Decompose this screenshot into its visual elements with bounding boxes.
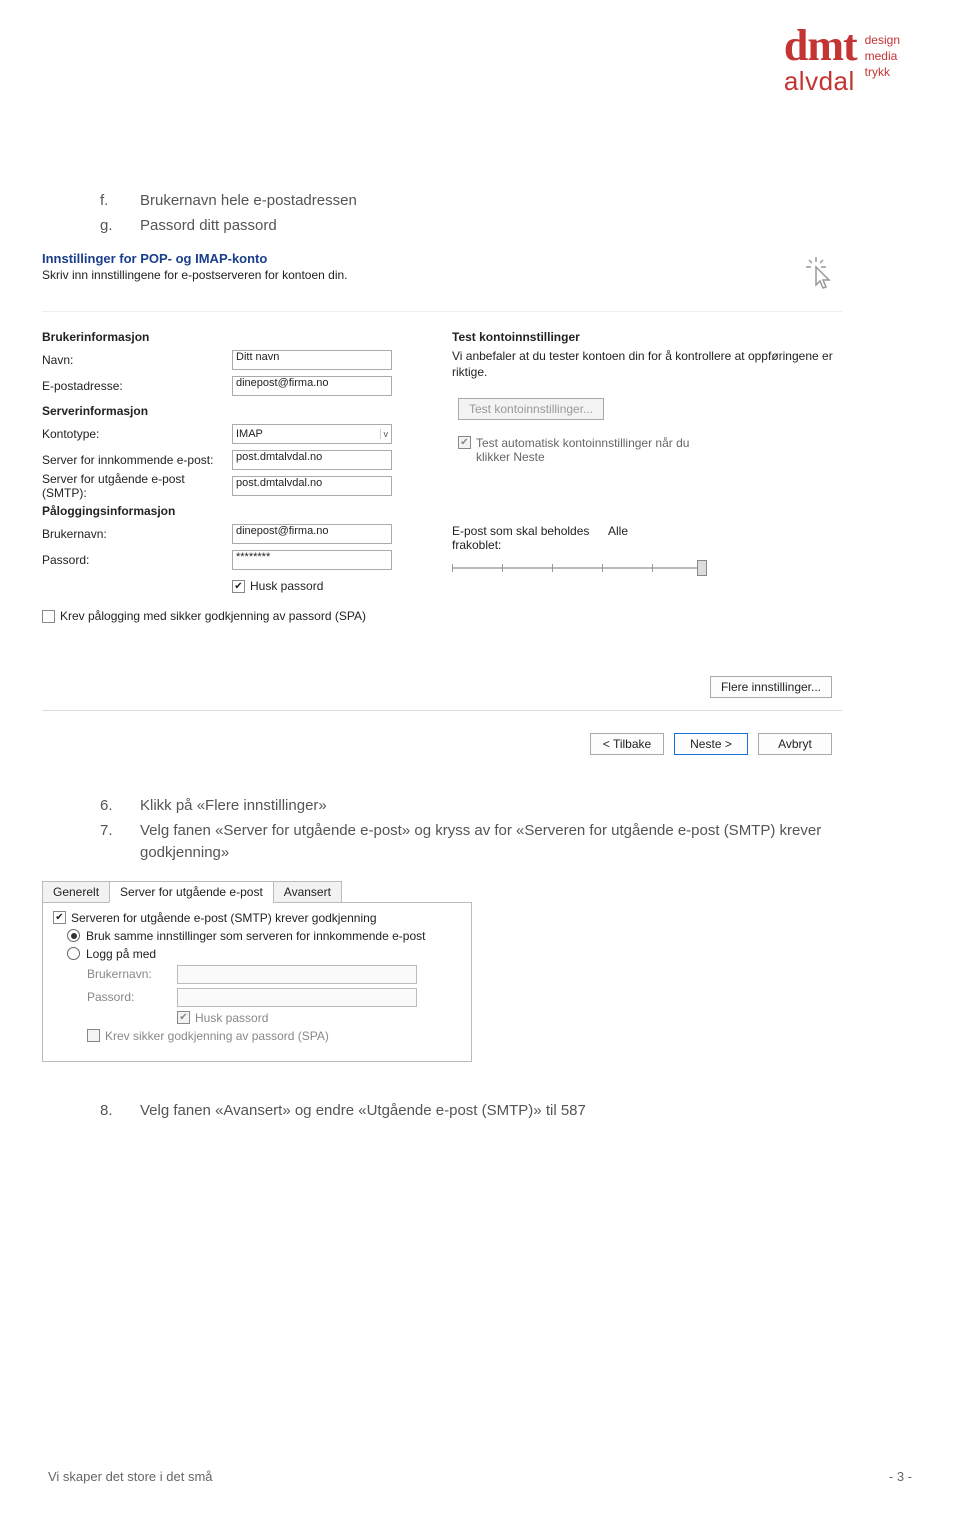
name-label: Navn:: [42, 353, 232, 367]
logo-sub-text: alvdal: [784, 68, 855, 94]
cursor-click-icon: [802, 255, 836, 294]
logo: dmt alvdal design media trykk: [784, 26, 900, 94]
step-8-marker: 8.: [100, 1102, 120, 1119]
userinfo-heading: Brukerinformasjon: [42, 330, 432, 344]
spa-checkbox[interactable]: [42, 610, 55, 623]
remember-label: Husk passord: [250, 579, 323, 593]
back-button[interactable]: < Tilbake: [590, 733, 664, 755]
auto-test-checkbox[interactable]: [458, 436, 471, 449]
outgoing-server-dialog: Generelt Server for utgående e-post Avan…: [42, 881, 472, 1062]
chevron-down-icon: v: [380, 429, 389, 439]
user-input[interactable]: dinepost@firma.no: [232, 524, 392, 544]
slider-thumb[interactable]: [697, 560, 707, 576]
smtp-auth-checkbox[interactable]: [53, 911, 66, 924]
outgoing-label: Server for utgående e-post (SMTP):: [42, 472, 232, 500]
step-8-text: Velg fanen «Avansert» og endre «Utgående…: [140, 1102, 900, 1119]
step-f-marker: f.: [100, 190, 120, 213]
keep-offline-value: Alle: [608, 524, 628, 552]
spa-label: Krev pålogging med sikker godkjenning av…: [60, 609, 366, 623]
email-label: E-postadresse:: [42, 379, 232, 393]
more-settings-button[interactable]: Flere innstillinger...: [710, 676, 832, 698]
smtp-remember-checkbox[interactable]: [177, 1011, 190, 1024]
dialog-title: Innstillinger for POP- og IMAP-konto: [42, 251, 842, 266]
cancel-button[interactable]: Avbryt: [758, 733, 832, 755]
user-label: Brukernavn:: [42, 527, 232, 541]
next-button[interactable]: Neste >: [674, 733, 748, 755]
outgoing-input[interactable]: post.dmtalvdal.no: [232, 476, 392, 496]
smtp-spa-label: Krev sikker godkjenning av passord (SPA): [105, 1029, 329, 1043]
name-input[interactable]: Ditt navn: [232, 350, 392, 370]
accttype-label: Kontotype:: [42, 427, 232, 441]
smtp-user-input[interactable]: [177, 965, 417, 984]
incoming-input[interactable]: post.dmtalvdal.no: [232, 450, 392, 470]
page-number: - 3 -: [889, 1469, 912, 1484]
login-with-radio[interactable]: [67, 947, 80, 960]
account-settings-dialog: Innstillinger for POP- og IMAP-konto Skr…: [42, 251, 842, 711]
auto-test-label: Test automatisk kontoinnstillinger når d…: [476, 436, 706, 464]
same-settings-label: Bruk samme innstillinger som serveren fo…: [86, 929, 425, 943]
smtp-pass-label: Passord:: [87, 990, 177, 1004]
tab-advanced[interactable]: Avansert: [273, 881, 342, 903]
login-with-label: Logg på med: [86, 947, 156, 961]
login-heading: Påloggingsinformasjon: [42, 504, 432, 518]
step-6-text: Klikk på «Flere innstillinger»: [140, 795, 900, 818]
step-g-text: Passord ditt passord: [140, 215, 900, 238]
same-settings-radio[interactable]: [67, 929, 80, 942]
remember-checkbox[interactable]: [232, 580, 245, 593]
smtp-remember-label: Husk passord: [195, 1011, 268, 1025]
step-g-marker: g.: [100, 215, 120, 238]
test-heading: Test kontoinnstillinger: [452, 330, 842, 344]
serverinfo-heading: Serverinformasjon: [42, 404, 432, 418]
logo-tagline: design media trykk: [865, 32, 900, 81]
email-input[interactable]: dinepost@firma.no: [232, 376, 392, 396]
test-description: Vi anbefaler at du tester kontoen din fo…: [452, 348, 842, 380]
step-7-text: Velg fanen «Server for utgående e-post» …: [140, 820, 900, 865]
smtp-spa-checkbox[interactable]: [87, 1029, 100, 1042]
step-7-marker: 7.: [100, 820, 120, 865]
dialog-subtitle: Skriv inn innstillingene for e-postserve…: [42, 268, 842, 282]
test-settings-button[interactable]: Test kontoinnstillinger...: [458, 398, 604, 420]
incoming-label: Server for innkommende e-post:: [42, 453, 232, 467]
logo-main-text: dmt: [784, 26, 857, 66]
tab-general[interactable]: Generelt: [42, 881, 110, 903]
accttype-select[interactable]: IMAPv: [232, 424, 392, 444]
tab-outgoing-server[interactable]: Server for utgående e-post: [109, 881, 274, 903]
pass-input[interactable]: ********: [232, 550, 392, 570]
smtp-user-label: Brukernavn:: [87, 967, 177, 981]
keep-offline-label: E-post som skal beholdes frakoblet:: [452, 524, 602, 552]
pass-label: Passord:: [42, 553, 232, 567]
keep-offline-slider[interactable]: [452, 558, 702, 578]
step-6-marker: 6.: [100, 795, 120, 818]
step-f-text: Brukernavn hele e-postadressen: [140, 190, 900, 213]
footer-tagline: Vi skaper det store i det små: [48, 1469, 213, 1484]
smtp-auth-label: Serveren for utgående e-post (SMTP) krev…: [71, 911, 377, 925]
smtp-pass-input[interactable]: [177, 988, 417, 1007]
